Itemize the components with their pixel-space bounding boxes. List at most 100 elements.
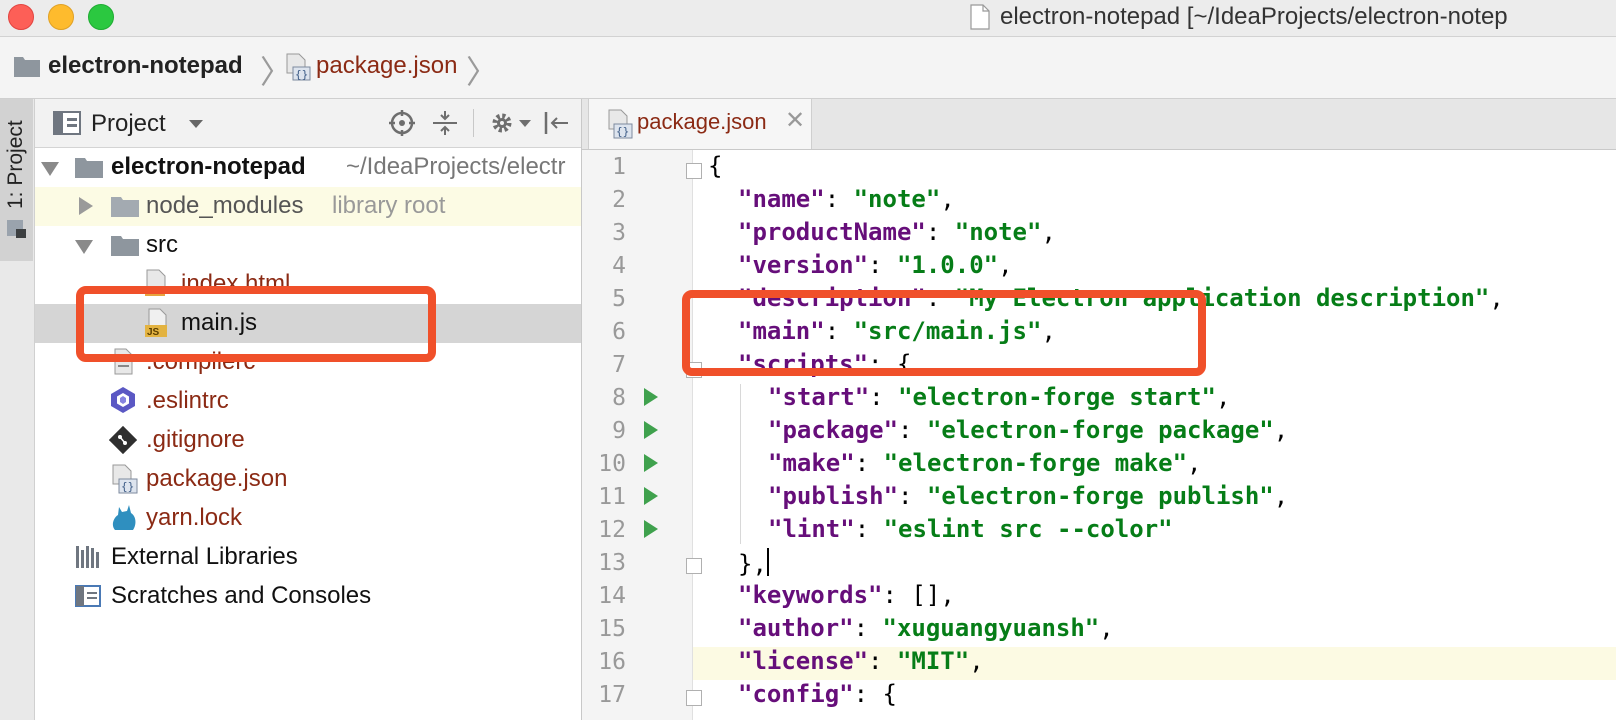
project-panel: Project electron-notepad ~/IdeaProjects/… [35,99,582,720]
run-script-icon[interactable] [644,520,658,538]
code-line-9: "package": "electron-forge package", [768,416,1289,444]
tree-item-src[interactable]: src [35,226,581,265]
code-line-13: }, [738,548,769,578]
close-icon[interactable]: ✕ [785,106,805,135]
navigation-bar: electron-notepad 〉 {} package.json 〉 [0,37,1616,99]
breadcrumb-file[interactable]: package.json [316,52,457,80]
yarn-cat-icon [112,505,136,530]
run-script-icon[interactable] [644,454,658,472]
project-panel-header: Project [35,99,581,148]
fold-marker-icon[interactable] [686,690,702,706]
code-line-8: "start": "electron-forge start", [768,383,1231,411]
code-line-2: "name": "note", [738,185,955,213]
line-number: 16 [598,649,626,675]
line-number: 12 [598,517,626,543]
toolbar-divider [473,109,474,137]
fold-marker-icon[interactable] [686,558,702,574]
tree-item-label: .eslintrc [146,387,229,414]
project-tool-tab[interactable]: 1: Project [0,99,33,261]
code-editor[interactable]: { "name": "note", "productName": "note",… [708,150,1616,720]
editor-area: {} package.json ✕ 1 2 3 4 5 6 7 8 9 10 1… [582,99,1616,720]
run-script-icon[interactable] [644,487,658,505]
close-window-button[interactable] [8,4,34,30]
tree-item-path: ~/IdeaProjects/electr [346,153,566,180]
project-view-selector[interactable]: Project [91,110,166,138]
json-file-icon: {} [286,53,311,81]
collapse-all-icon[interactable] [432,110,458,136]
text-caret [766,548,769,576]
tree-item-package-json[interactable]: {} package.json [35,460,581,499]
folder-icon [111,197,139,217]
line-number: 15 [598,616,626,642]
tree-item-hint: library root [332,192,446,219]
code-line-16: "license": "MIT", [738,647,984,675]
indent-guide [740,384,741,544]
gear-icon[interactable] [489,110,515,136]
tree-item-electron-notepad[interactable]: electron-notepad ~/IdeaProjects/electr [35,148,581,187]
folder-icon [111,236,139,256]
annotation-box-main-js [76,286,436,362]
line-number: 6 [612,319,626,345]
line-number: 14 [598,583,626,609]
tree-item-label: src [146,231,178,258]
tree-item-node-modules[interactable]: node_modules library root [35,187,581,226]
code-line-14: "keywords": [], [738,581,955,609]
folder-icon [75,158,103,178]
folder-icon [14,57,40,77]
line-number: 7 [612,352,626,378]
project-tool-tab-label: 1: Project [4,120,27,209]
run-script-icon[interactable] [644,388,658,406]
fold-marker-icon[interactable] [686,163,702,179]
line-number: 1 [612,154,626,180]
code-line-17: "config": { [738,680,897,708]
libraries-icon [76,546,99,568]
line-number: 13 [598,550,626,576]
code-line-11: "publish": "electron-forge publish", [768,482,1289,510]
editor-tab-bar: {} package.json ✕ [582,99,1616,150]
line-number: 5 [612,286,626,312]
svg-text:{}: {} [616,125,629,138]
window-title-bar: electron-notepad [~/IdeaProjects/electro… [0,0,1616,37]
run-script-icon[interactable] [644,421,658,439]
breadcrumb-project[interactable]: electron-notepad [48,52,243,80]
code-line-1: { [708,152,723,180]
svg-text:{}: {} [295,68,308,81]
code-line-10: "make": "electron-forge make", [768,449,1202,477]
chevron-down-icon[interactable] [75,240,93,254]
tree-item-gitignore[interactable]: .gitignore [35,421,581,460]
window-title: electron-notepad [~/IdeaProjects/electro… [1000,3,1508,30]
tree-item-eslintrc[interactable]: .eslintrc [35,382,581,421]
tool-window-strip: 1: Project [0,99,35,720]
tree-item-label: electron-notepad [111,153,306,180]
line-number: 10 [598,451,626,477]
chevron-down-icon[interactable] [41,162,59,176]
code-line-3: "productName": "note", [738,218,1056,246]
hide-panel-icon[interactable] [543,110,569,136]
tree-item-label: External Libraries [111,543,298,570]
line-number: 9 [612,418,626,444]
annotation-box-main-entry [682,290,1206,376]
project-tool-icon [7,220,26,238]
line-number: 2 [612,187,626,213]
json-file-icon: {} [608,109,633,139]
code-line-12: "lint": "eslint src --color" [768,515,1173,543]
locate-icon[interactable] [389,110,415,136]
line-number: 8 [612,385,626,411]
tab-package-json[interactable]: {} package.json ✕ [588,99,812,149]
git-icon [109,426,137,454]
tree-item-yarn-lock[interactable]: yarn.lock [35,499,581,538]
minimize-window-button[interactable] [48,4,74,30]
tree-item-scratches[interactable]: Scratches and Consoles [35,577,581,616]
svg-text:{}: {} [121,480,134,493]
tree-item-label: Scratches and Consoles [111,582,372,609]
chevron-down-icon[interactable] [189,120,203,128]
chevron-down-icon[interactable] [519,120,531,127]
line-number: 17 [598,682,626,708]
line-number: 3 [612,220,626,246]
tree-item-external-libraries[interactable]: External Libraries [35,538,581,577]
tree-item-label: package.json [146,465,288,492]
chevron-right-icon[interactable] [79,197,93,215]
zoom-window-button[interactable] [88,4,114,30]
line-number: 11 [598,484,626,510]
json-file-icon: {} [112,464,138,494]
